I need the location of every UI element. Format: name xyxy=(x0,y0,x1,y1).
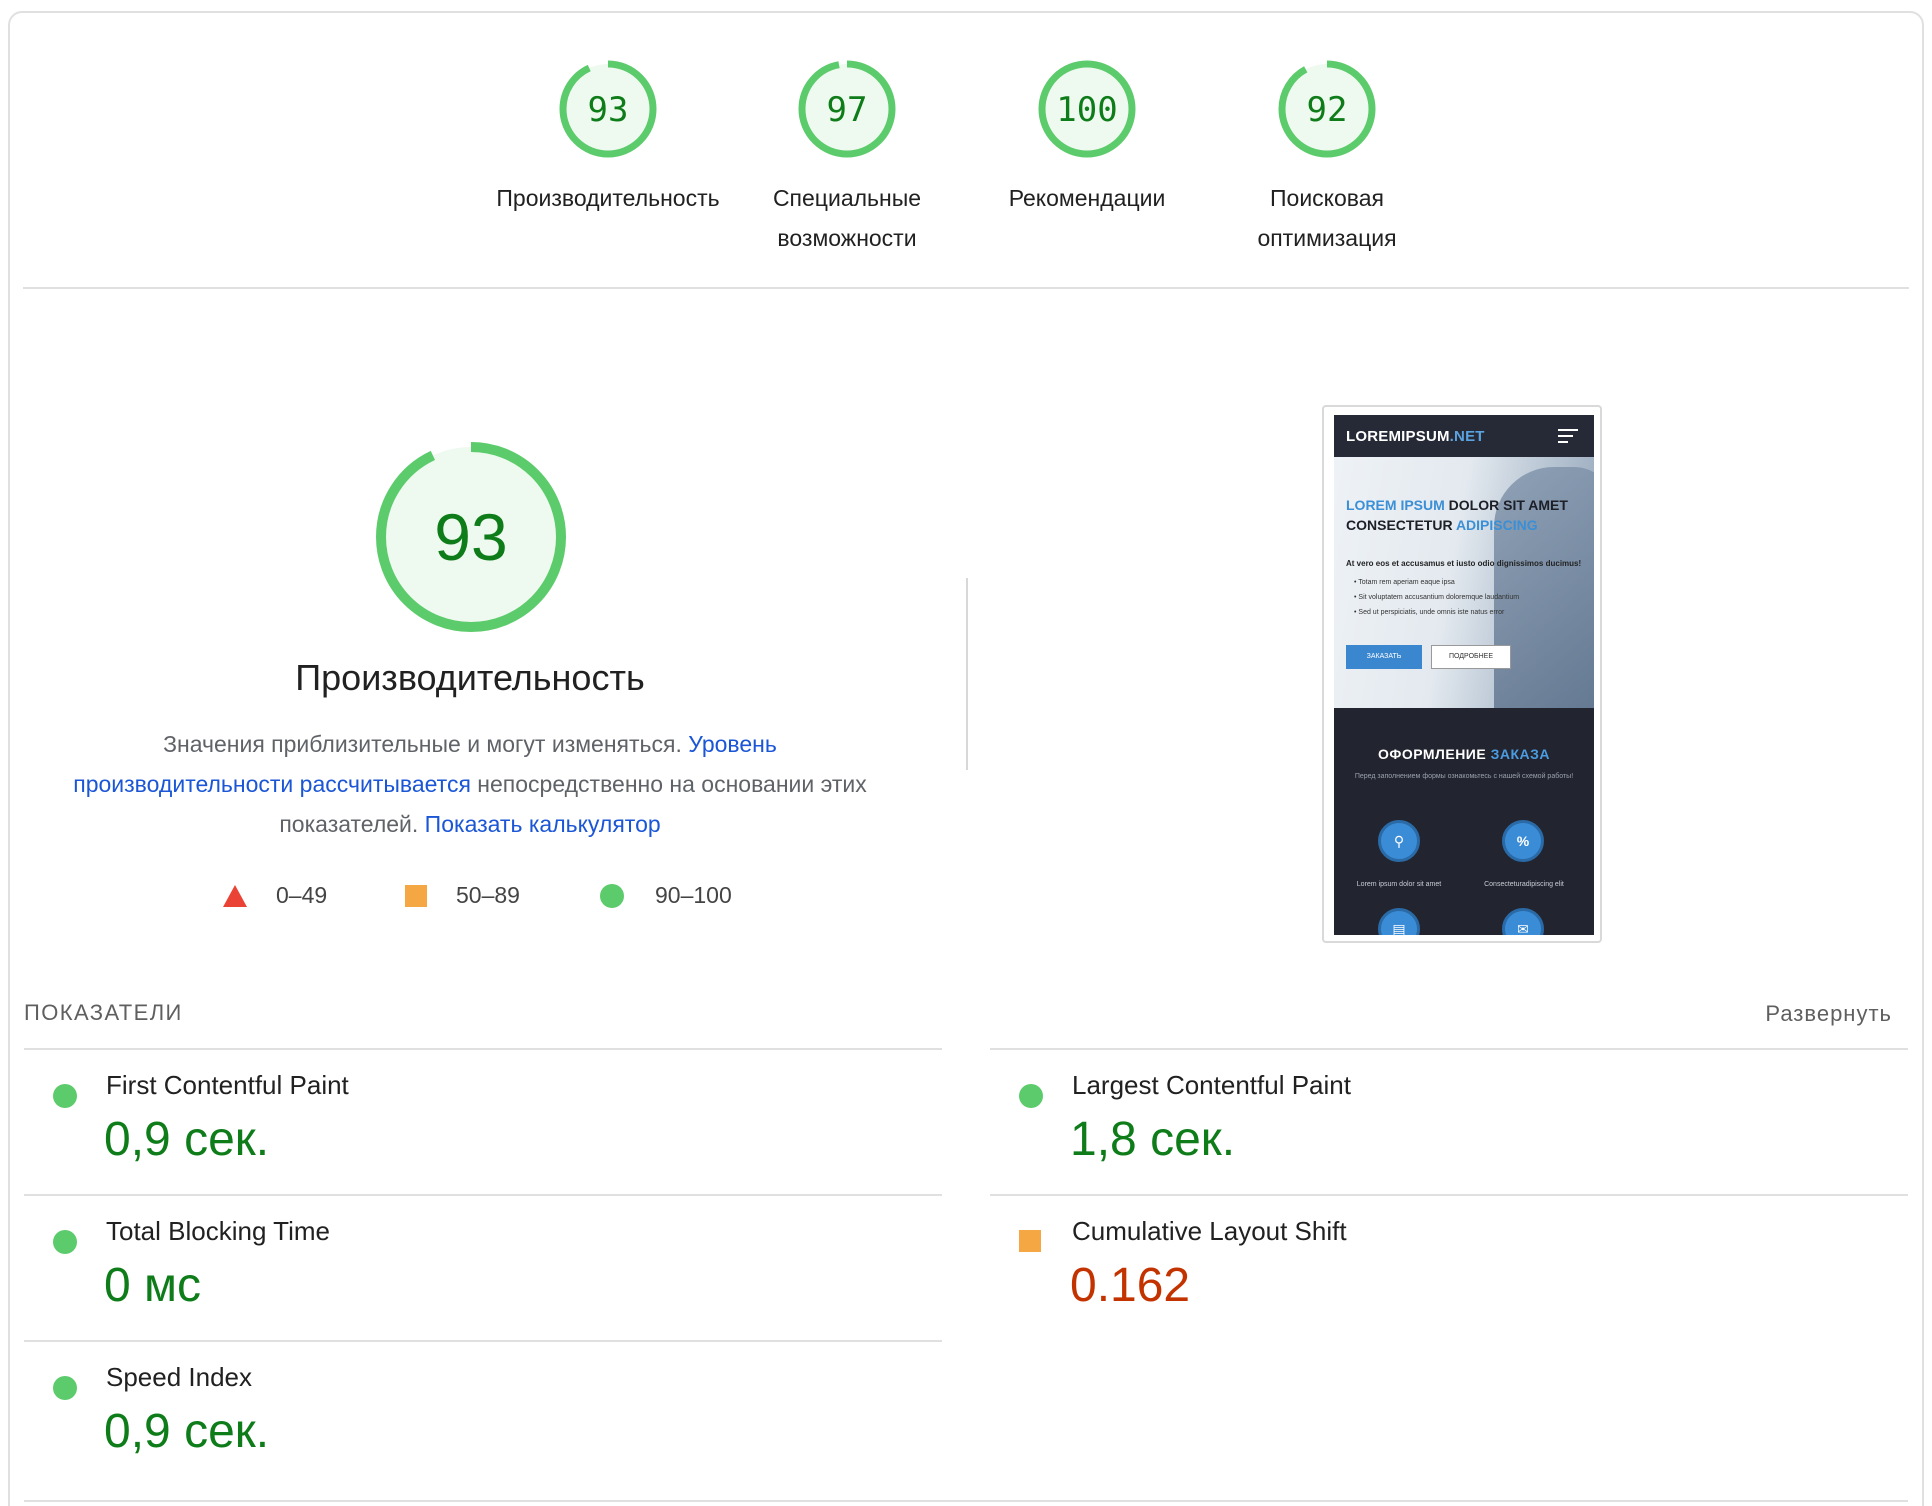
green-circle-icon xyxy=(53,1376,77,1400)
percent-icon: % xyxy=(1502,820,1544,862)
preview-order-button: ЗАКАЗАТЬ xyxy=(1346,645,1422,669)
green-circle-icon xyxy=(53,1230,77,1254)
gauge-score: 92 xyxy=(1307,90,1348,130)
gauge-label: Производительность xyxy=(496,185,720,211)
gauge-ring: 93 xyxy=(559,60,657,158)
preview-more-button: ПОДРОБНЕЕ xyxy=(1431,645,1511,669)
gauge-performance[interactable]: 93 Производительность xyxy=(483,58,733,218)
preview-logo: LOREMIPSUM.NET xyxy=(1346,428,1485,445)
metrics-heading: ПОКАЗАТЕЛИ xyxy=(24,1000,183,1025)
gauge-score: 93 xyxy=(588,90,629,130)
performance-gauge: 93 xyxy=(376,442,566,632)
preview-section-subtitle: Перед заполнением формы ознакомьтесь с н… xyxy=(1354,773,1574,780)
expand-toggle[interactable]: Развернуть xyxy=(1765,1001,1892,1027)
gauge-best-practices[interactable]: 100 Рекомендации xyxy=(962,58,1212,218)
legend-pass: 90–100 xyxy=(599,882,732,909)
metric-name: Largest Contentful Paint xyxy=(1072,1070,1351,1100)
green-circle-icon xyxy=(600,883,624,908)
gauge-label: Рекомендации xyxy=(1008,185,1166,211)
show-calculator-link[interactable]: Показать калькулятор xyxy=(425,811,661,837)
gauge-ring: 97 xyxy=(798,60,896,158)
preview-hero: LOREM IPSUM DOLOR SIT AMET CONSECTETUR A… xyxy=(1334,457,1594,727)
orange-square-icon xyxy=(1019,1230,1041,1252)
gauge-score: 97 xyxy=(827,90,868,130)
red-triangle-icon xyxy=(223,884,247,907)
performance-description: Значения приблизительные и могут изменят… xyxy=(73,731,867,837)
green-circle-icon xyxy=(1019,1084,1043,1108)
preview-feature-1: Lorem ipsum dolor sit amet xyxy=(1356,881,1442,888)
category-gauges: 93 Производительность 97 Специальные воз… xyxy=(0,58,1932,258)
phone-preview: LOREMIPSUM.NET LOREM IPSUM DOLOR SIT AME… xyxy=(1334,415,1594,935)
gauge-label: Специальные возможности xyxy=(772,185,922,251)
metric-tbt: Total Blocking Time 0 мс xyxy=(24,1196,924,1336)
menu-icon xyxy=(1558,429,1578,447)
score-legend: 0–49 50–89 90–100 xyxy=(0,882,1000,918)
metric-name: Cumulative Layout Shift xyxy=(1072,1216,1347,1246)
performance-score: 93 xyxy=(434,500,507,574)
legend-fail: 0–49 xyxy=(222,882,327,909)
preview-headline: LOREM IPSUM DOLOR SIT AMET CONSECTETUR A… xyxy=(1346,497,1568,533)
final-screenshot[interactable]: LOREMIPSUM.NET LOREM IPSUM DOLOR SIT AME… xyxy=(1322,405,1602,943)
preview-bullets: • Totam rem aperiam eaque ipsa • Sit vol… xyxy=(1354,579,1520,616)
metric-fcp: First Contentful Paint 0,9 сек. xyxy=(24,1050,924,1190)
green-circle-icon xyxy=(53,1084,77,1108)
metric-cls: Cumulative Layout Shift 0.162 xyxy=(990,1196,1890,1336)
metric-value: 0.162 xyxy=(1070,1259,1191,1312)
document-icon: ▤ xyxy=(1378,908,1420,935)
legend-average: 50–89 xyxy=(404,882,520,909)
metric-value: 0 мс xyxy=(104,1259,202,1312)
divider xyxy=(23,287,1909,289)
divider xyxy=(24,1500,1908,1502)
mail-icon: ✉ xyxy=(1502,908,1544,935)
gauge-seo[interactable]: 92 Поисковая оптимизация xyxy=(1202,58,1452,258)
metric-name: First Contentful Paint xyxy=(106,1070,349,1100)
metric-speed-index: Speed Index 0,9 сек. xyxy=(24,1342,924,1482)
preview-header: LOREMIPSUM.NET xyxy=(1334,415,1594,457)
metric-name: Speed Index xyxy=(106,1362,253,1392)
vertical-divider xyxy=(966,578,968,770)
metric-value: 0,9 сек. xyxy=(104,1113,270,1166)
performance-title: Производительность xyxy=(295,657,645,698)
preview-feature-2: Consecteturadipiscing elit xyxy=(1484,881,1564,888)
search-icon: ⚲ xyxy=(1378,820,1420,862)
preview-lead: At vero eos et accusamus et iusto odio d… xyxy=(1346,559,1582,568)
preview-order-section: ОФОРМЛЕНИЕ ЗАКАЗА Перед заполнением форм… xyxy=(1334,708,1594,935)
metric-name: Total Blocking Time xyxy=(106,1216,330,1246)
gauge-label: Поисковая оптимизация xyxy=(1257,185,1397,251)
metric-value: 0,9 сек. xyxy=(104,1405,270,1458)
metric-value: 1,8 сек. xyxy=(1070,1113,1236,1166)
preview-section-title: ОФОРМЛЕНИЕ ЗАКАЗА xyxy=(1377,746,1551,762)
metric-lcp: Largest Contentful Paint 1,8 сек. xyxy=(990,1050,1890,1190)
gauge-ring: 92 xyxy=(1278,60,1376,158)
gauge-score: 100 xyxy=(1056,90,1117,130)
gauge-accessibility[interactable]: 97 Специальные возможности xyxy=(722,58,972,258)
orange-square-icon xyxy=(405,884,427,907)
gauge-ring: 100 xyxy=(1038,60,1136,158)
